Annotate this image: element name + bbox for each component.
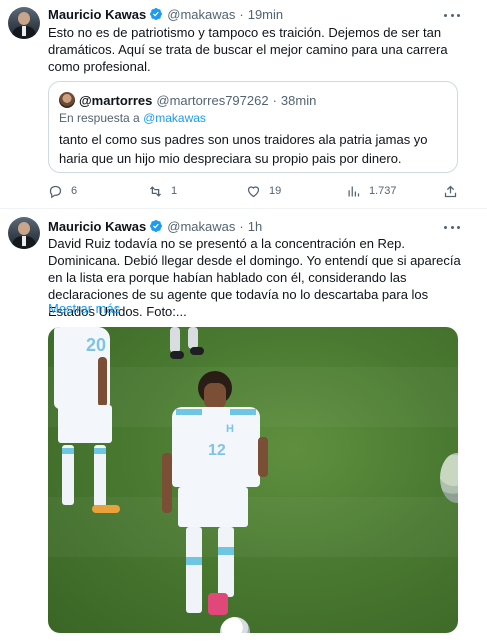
views-button[interactable]: 1.737 <box>346 182 397 200</box>
ball-edge-right <box>440 453 458 503</box>
reply-to-link[interactable]: @makawas <box>143 111 206 125</box>
more-icon[interactable] <box>444 219 460 235</box>
quoted-author-name: @martorres <box>79 92 153 108</box>
verified-badge-icon <box>150 8 163 20</box>
main-player: 12 H <box>158 367 278 633</box>
dot-separator: · <box>272 92 277 108</box>
reply-prefix: En respuesta a <box>59 111 140 125</box>
tweet-header: Mauricio Kawas @makawas · 19min <box>48 5 283 23</box>
views-count: 1.737 <box>369 185 397 197</box>
author-name[interactable]: Mauricio Kawas <box>48 7 146 22</box>
show-more-link[interactable]: Mostrar más <box>48 301 120 316</box>
like-button[interactable]: 19 <box>246 182 281 200</box>
quoted-handle: @martorres797262 <box>156 92 269 108</box>
quoted-reply-line: En respuesta a @makawas <box>59 111 206 125</box>
dot-separator: · <box>239 218 244 234</box>
views-icon <box>348 186 360 196</box>
retweet-button[interactable]: 1 <box>148 182 177 200</box>
retweet-count: 1 <box>171 185 178 197</box>
quoted-avatar <box>59 92 75 108</box>
author-name[interactable]: Mauricio Kawas <box>48 219 146 234</box>
share-button[interactable] <box>443 182 466 200</box>
more-icon[interactable] <box>444 7 460 23</box>
like-icon <box>247 185 260 197</box>
tweet-time[interactable]: 1h <box>248 219 262 234</box>
tweet-time[interactable]: 19min <box>248 7 283 22</box>
reply-button[interactable]: 6 <box>48 182 77 200</box>
background-player-left: 20 <box>48 327 138 527</box>
dot-separator: · <box>239 6 244 22</box>
tweet-header: Mauricio Kawas @makawas · 1h <box>48 217 262 235</box>
jersey-number-left: 20 <box>86 335 107 355</box>
tweet-photo[interactable]: 20 12 H <box>48 327 458 633</box>
background-legs <box>170 327 180 353</box>
jersey-number-main: 12 <box>208 442 226 459</box>
quoted-text: tanto el como sus padres son unos traido… <box>59 132 428 166</box>
retweet-icon <box>150 185 161 197</box>
quoted-time: 38min <box>280 92 317 108</box>
author-avatar[interactable] <box>8 7 40 39</box>
author-handle[interactable]: @makawas <box>167 219 235 234</box>
quoted-header: @martorres @martorres797262 · 38min <box>79 91 316 109</box>
author-handle[interactable]: @makawas <box>167 7 235 22</box>
reply-icon <box>49 185 62 198</box>
jersey-crest: H <box>226 423 234 435</box>
tweet-1[interactable]: Mauricio Kawas @makawas · 19min Esto no … <box>0 0 487 207</box>
share-icon <box>444 185 457 197</box>
author-avatar[interactable] <box>8 217 40 249</box>
action-bar: 6 1 19 1.737 <box>48 182 463 200</box>
verified-badge-icon <box>150 220 163 232</box>
like-count: 19 <box>269 185 282 197</box>
quoted-tweet[interactable]: @martorres @martorres797262 · 38min En r… <box>48 81 458 173</box>
reply-count: 6 <box>71 185 78 197</box>
tweet-text: Esto no es de patriotismo y tampoco es t… <box>48 25 448 74</box>
